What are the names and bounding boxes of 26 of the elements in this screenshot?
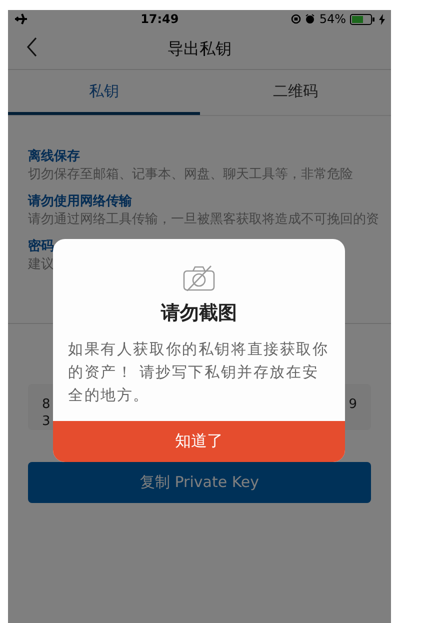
lock-rotation-icon	[291, 14, 302, 24]
tab[interactable]: 私钥	[8, 70, 200, 115]
section-text: 请勿通过网络工具传输，一旦被黑客获取将造成不可挽回的资	[28, 211, 379, 229]
time-text: 17:49	[140, 11, 179, 28]
back-icon	[26, 37, 38, 57]
section-heading: 请勿使用网络传输	[28, 193, 133, 211]
page-title: 导出私钥	[168, 38, 232, 60]
section-heading: 密码	[28, 238, 55, 256]
key-text: 8	[42, 396, 50, 413]
battery-percent: 54%	[319, 11, 346, 28]
copy-button[interactable]: 复制 Private Key	[28, 462, 371, 503]
camera-off-icon	[183, 265, 215, 291]
dialog-title: 请勿截图	[161, 301, 237, 326]
section-text: 建议	[28, 256, 54, 274]
battery-icon	[350, 14, 375, 24]
bolt-icon	[379, 14, 385, 24]
airplane-icon	[14, 13, 28, 25]
section-heading: 离线保存	[28, 148, 81, 166]
alarm-icon	[305, 14, 316, 24]
back-button[interactable]	[26, 37, 38, 57]
key-text: 3	[42, 413, 50, 430]
section-text: 切勿保存至邮箱、记事本、网盘、聊天工具等，非常危险	[28, 166, 353, 184]
key-text: 9	[348, 396, 357, 413]
dialog-message: 如果有人获取你的私钥将直接获取你的资产！ 请抄写下私钥并存放在安全的地方。	[68, 338, 330, 406]
tab[interactable]: 二维码	[200, 70, 391, 115]
ok-button[interactable]: 知道了	[53, 420, 345, 462]
